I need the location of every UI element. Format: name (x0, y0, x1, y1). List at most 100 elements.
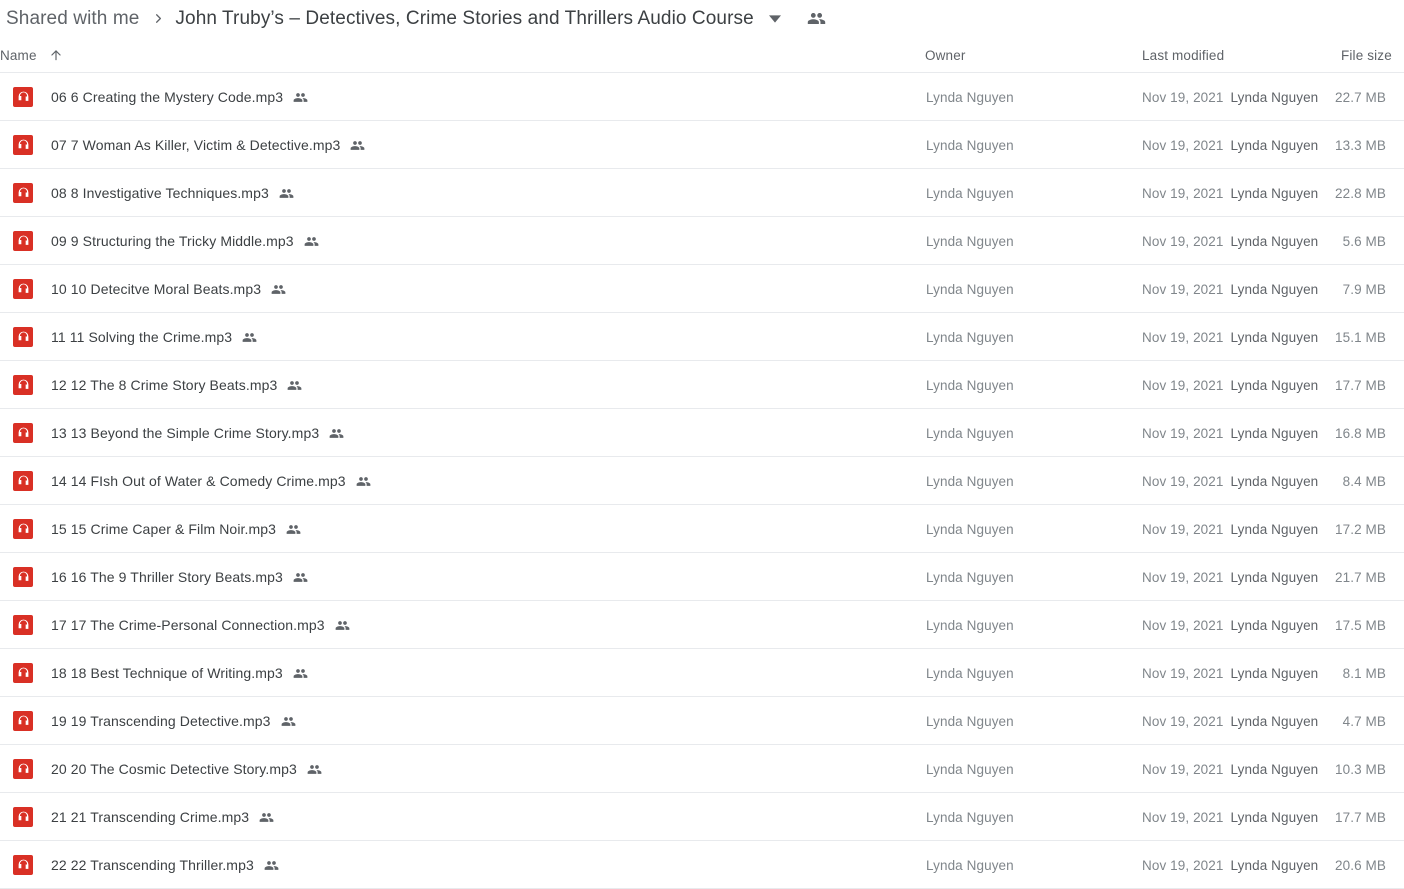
audio-headphone-icon (13, 326, 33, 347)
file-modified-date: Nov 19, 2021 (1142, 521, 1224, 537)
people-shared-icon (264, 858, 279, 873)
file-modified-cell: Nov 19, 2021 Lynda Nguyen (1142, 553, 1318, 601)
table-row[interactable]: 08 8 Investigative Techniques.mp3 Lynda … (0, 169, 1404, 217)
audio-headphone-icon (13, 710, 33, 731)
file-name-cell[interactable]: 17 17 The Crime-Personal Connection.mp3 (51, 601, 350, 649)
file-size-cell: 20.6 MB (1335, 857, 1386, 873)
table-row[interactable]: 22 22 Transcending Thriller.mp3 Lynda Ng… (0, 841, 1404, 889)
table-row[interactable]: 19 19 Transcending Detective.mp3 Lynda N… (0, 697, 1404, 745)
file-name-label: 21 21 Transcending Crime.mp3 (51, 809, 250, 825)
file-size-cell: 17.7 MB (1335, 809, 1386, 825)
file-modified-date: Nov 19, 2021 (1142, 185, 1224, 201)
file-modified-by: Lynda Nguyen (1230, 377, 1319, 393)
file-name-cell[interactable]: 20 20 The Cosmic Detective Story.mp3 (51, 745, 322, 793)
file-owner-cell: Lynda Nguyen (926, 665, 1014, 681)
people-shared-icon (279, 186, 294, 201)
chevron-down-icon[interactable] (762, 6, 788, 32)
file-name-cell[interactable]: 06 6 Creating the Mystery Code.mp3 (51, 73, 308, 121)
file-name-cell[interactable]: 08 8 Investigative Techniques.mp3 (51, 169, 294, 217)
table-row[interactable]: 15 15 Crime Caper & Film Noir.mp3 Lynda … (0, 505, 1404, 553)
file-name-cell[interactable]: 21 21 Transcending Crime.mp3 (51, 793, 274, 841)
table-row[interactable]: 10 10 Detecitve Moral Beats.mp3 Lynda Ng… (0, 265, 1404, 313)
file-name-cell[interactable]: 14 14 FIsh Out of Water & Comedy Crime.m… (51, 457, 371, 505)
table-row[interactable]: 12 12 The 8 Crime Story Beats.mp3 Lynda … (0, 361, 1404, 409)
audio-headphone-icon (13, 566, 33, 587)
column-header-file-size[interactable]: File size (1341, 37, 1392, 73)
file-owner-cell: Lynda Nguyen (926, 89, 1014, 105)
file-modified-date: Nov 19, 2021 (1142, 425, 1224, 441)
chevron-right-icon (143, 11, 173, 26)
file-owner-cell: Lynda Nguyen (926, 233, 1014, 249)
file-owner-cell: Lynda Nguyen (926, 857, 1014, 873)
column-header-owner[interactable]: Owner (925, 37, 966, 73)
file-modified-by: Lynda Nguyen (1230, 569, 1319, 585)
file-size-cell: 8.4 MB (1342, 473, 1386, 489)
file-name-cell[interactable]: 16 16 The 9 Thriller Story Beats.mp3 (51, 553, 308, 601)
table-row[interactable]: 17 17 The Crime-Personal Connection.mp3 … (0, 601, 1404, 649)
file-modified-by: Lynda Nguyen (1230, 233, 1319, 249)
table-row[interactable]: 18 18 Best Technique of Writing.mp3 Lynd… (0, 649, 1404, 697)
table-row[interactable]: 16 16 The 9 Thriller Story Beats.mp3 Lyn… (0, 553, 1404, 601)
table-row[interactable]: 20 20 The Cosmic Detective Story.mp3 Lyn… (0, 745, 1404, 793)
file-name-label: 06 6 Creating the Mystery Code.mp3 (51, 89, 284, 105)
file-name-cell[interactable]: 09 9 Structuring the Tricky Middle.mp3 (51, 217, 319, 265)
file-name-label: 22 22 Transcending Thriller.mp3 (51, 857, 254, 873)
file-modified-by: Lynda Nguyen (1230, 665, 1319, 681)
file-modified-by: Lynda Nguyen (1230, 521, 1319, 537)
people-shared-icon (293, 90, 308, 105)
file-owner-cell: Lynda Nguyen (926, 617, 1014, 633)
file-modified-cell: Nov 19, 2021 Lynda Nguyen (1142, 73, 1318, 121)
column-header-row: Name Owner Last modified File size (0, 37, 1404, 73)
file-modified-by: Lynda Nguyen (1230, 857, 1319, 873)
file-name-cell[interactable]: 11 11 Solving the Crime.mp3 (51, 313, 257, 361)
people-shared-icon (287, 378, 302, 393)
column-header-last-modified[interactable]: Last modified (1142, 37, 1224, 73)
audio-headphone-icon (13, 374, 33, 395)
table-row[interactable]: 21 21 Transcending Crime.mp3 Lynda Nguye… (0, 793, 1404, 841)
column-header-name[interactable]: Name (0, 37, 63, 73)
file-name-cell[interactable]: 15 15 Crime Caper & Film Noir.mp3 (51, 505, 301, 553)
file-name-cell[interactable]: 22 22 Transcending Thriller.mp3 (51, 841, 279, 889)
arrow-up-icon[interactable] (49, 48, 63, 62)
file-size-cell: 4.7 MB (1342, 713, 1386, 729)
table-row[interactable]: 06 6 Creating the Mystery Code.mp3 Lynda… (0, 73, 1404, 121)
people-shared-icon (329, 426, 344, 441)
table-row[interactable]: 07 7 Woman As Killer, Victim & Detective… (0, 121, 1404, 169)
file-modified-date: Nov 19, 2021 (1142, 137, 1224, 153)
file-modified-cell: Nov 19, 2021 Lynda Nguyen (1142, 457, 1318, 505)
file-modified-cell: Nov 19, 2021 Lynda Nguyen (1142, 361, 1318, 409)
file-size-cell: 16.8 MB (1335, 425, 1386, 441)
file-modified-by: Lynda Nguyen (1230, 89, 1319, 105)
table-row[interactable]: 13 13 Beyond the Simple Crime Story.mp3 … (0, 409, 1404, 457)
breadcrumb-shared-with-me[interactable]: Shared with me (2, 6, 143, 32)
file-modified-cell: Nov 19, 2021 Lynda Nguyen (1142, 313, 1318, 361)
file-owner-cell: Lynda Nguyen (926, 329, 1014, 345)
file-modified-by: Lynda Nguyen (1230, 281, 1319, 297)
table-row[interactable]: 14 14 FIsh Out of Water & Comedy Crime.m… (0, 457, 1404, 505)
file-name-label: 17 17 The Crime-Personal Connection.mp3 (51, 617, 325, 633)
file-name-cell[interactable]: 10 10 Detecitve Moral Beats.mp3 (51, 265, 286, 313)
file-size-cell: 22.8 MB (1335, 185, 1386, 201)
file-name-cell[interactable]: 07 7 Woman As Killer, Victim & Detective… (51, 121, 365, 169)
breadcrumb-current-folder[interactable]: John Truby’s – Detectives, Crime Stories… (173, 6, 755, 32)
file-name-label: 07 7 Woman As Killer, Victim & Detective… (51, 137, 341, 153)
file-name-label: 19 19 Transcending Detective.mp3 (51, 713, 271, 729)
file-owner-cell: Lynda Nguyen (926, 137, 1014, 153)
file-name-label: 14 14 FIsh Out of Water & Comedy Crime.m… (51, 473, 346, 489)
people-icon[interactable] (804, 6, 830, 32)
file-name-cell[interactable]: 12 12 The 8 Crime Story Beats.mp3 (51, 361, 302, 409)
file-modified-date: Nov 19, 2021 (1142, 665, 1224, 681)
file-list: 06 6 Creating the Mystery Code.mp3 Lynda… (0, 73, 1404, 889)
file-name-label: 08 8 Investigative Techniques.mp3 (51, 185, 269, 201)
file-name-cell[interactable]: 18 18 Best Technique of Writing.mp3 (51, 649, 308, 697)
file-name-cell[interactable]: 13 13 Beyond the Simple Crime Story.mp3 (51, 409, 344, 457)
file-owner-cell: Lynda Nguyen (926, 425, 1014, 441)
file-owner-cell: Lynda Nguyen (926, 281, 1014, 297)
audio-headphone-icon (13, 422, 33, 443)
file-name-cell[interactable]: 19 19 Transcending Detective.mp3 (51, 697, 296, 745)
file-modified-cell: Nov 19, 2021 Lynda Nguyen (1142, 793, 1318, 841)
people-shared-icon (242, 330, 257, 345)
table-row[interactable]: 11 11 Solving the Crime.mp3 Lynda Nguyen… (0, 313, 1404, 361)
file-modified-date: Nov 19, 2021 (1142, 761, 1224, 777)
table-row[interactable]: 09 9 Structuring the Tricky Middle.mp3 L… (0, 217, 1404, 265)
